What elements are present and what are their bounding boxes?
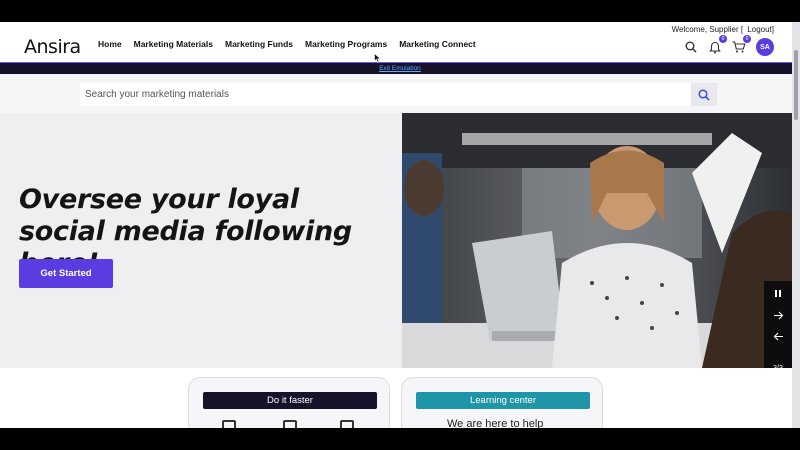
pause-icon[interactable]	[764, 289, 792, 298]
avatar[interactable]: SA	[756, 38, 774, 56]
mouse-cursor-icon	[374, 53, 381, 63]
lower-section	[0, 368, 792, 428]
page-scrollbar[interactable]	[792, 22, 800, 428]
welcome-line: Welcome, Supplier [ Logout]	[670, 25, 774, 34]
cart-badge: 0	[743, 35, 751, 43]
notifications-badge: 0	[719, 35, 727, 43]
page: Welcome, Supplier [ Logout] Ansira Home …	[0, 22, 800, 428]
document-icon[interactable]	[340, 420, 354, 428]
next-arrow-icon[interactable]	[764, 311, 792, 320]
scrollbar-thumb[interactable]	[794, 50, 798, 120]
search-button[interactable]	[691, 83, 717, 106]
hero-image	[402, 113, 792, 368]
search-input[interactable]	[80, 83, 691, 106]
header-actions: 0 0 SA	[684, 35, 774, 56]
hero-banner: Oversee your loyal social media followin…	[0, 113, 800, 383]
nav-home[interactable]: Home	[98, 39, 122, 49]
screen-bottom-border	[0, 428, 800, 450]
cart-icon[interactable]: 0	[732, 35, 751, 54]
bell-icon[interactable]: 0	[708, 35, 727, 54]
do-it-faster-card: Do it faster	[188, 377, 390, 428]
do-it-faster-heading: Do it faster	[203, 392, 377, 409]
nav-marketing-materials[interactable]: Marketing Materials	[134, 39, 213, 49]
screen-top-border	[0, 0, 800, 22]
prev-arrow-icon[interactable]	[764, 332, 792, 341]
search-icon	[698, 88, 710, 101]
nav-marketing-funds[interactable]: Marketing Funds	[225, 39, 293, 49]
logo[interactable]: Ansira	[24, 36, 81, 58]
site-header: Welcome, Supplier [ Logout] Ansira Home …	[0, 22, 800, 62]
main-nav: Home Marketing Materials Marketing Funds…	[98, 39, 476, 49]
learning-center-card: Learning center We are here to help	[401, 377, 603, 428]
welcome-text: Welcome, Supplier [	[671, 25, 744, 34]
nav-marketing-programs[interactable]: Marketing Programs	[305, 39, 387, 49]
presentation-icon[interactable]	[283, 420, 297, 428]
learning-center-subtitle: We are here to help	[447, 418, 544, 428]
badge-icon[interactable]	[222, 420, 236, 428]
exit-emulation-link[interactable]: Exit Emulation	[379, 65, 421, 72]
get-started-button[interactable]: Get Started	[19, 259, 113, 288]
learning-center-heading: Learning center	[416, 392, 590, 409]
nav-marketing-connect[interactable]: Marketing Connect	[399, 39, 476, 49]
search-icon[interactable]	[684, 40, 698, 54]
search-bar	[80, 83, 717, 106]
logout-link[interactable]: Logout]	[747, 25, 774, 34]
emulation-bar: Exit Emulation	[0, 62, 800, 74]
